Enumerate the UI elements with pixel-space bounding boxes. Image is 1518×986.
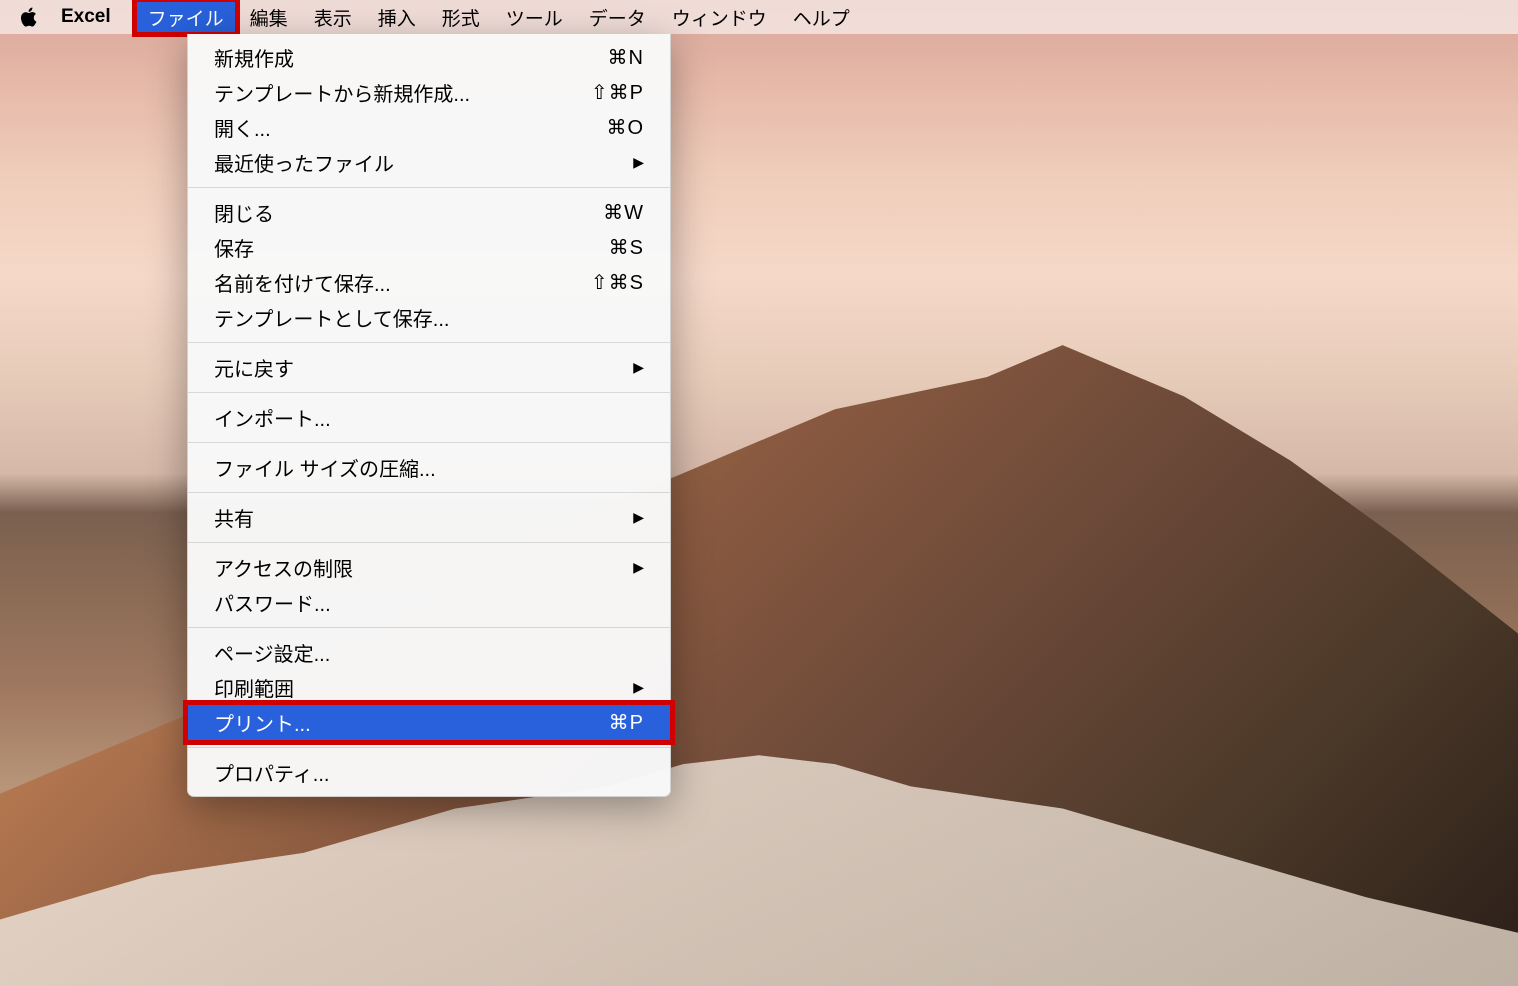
dropdown-item-label: プロパティ... [214,758,644,787]
keyboard-shortcut: ⇧⌘S [591,270,644,295]
dropdown-item-label: 閉じる [214,198,603,227]
menu-item-2[interactable]: 表示 [301,0,365,34]
dropdown-item-label: 保存 [214,233,609,262]
menu-item-5[interactable]: ツール [493,0,576,34]
dropdown-item-label: 印刷範囲 [214,673,633,702]
dropdown-item[interactable]: 印刷範囲▶ [188,670,670,705]
macos-menubar: Excel ファイル編集表示挿入形式ツールデータウィンドウヘルプ [0,0,1518,34]
dropdown-item-label: 最近使ったファイル [214,148,633,177]
keyboard-shortcut: ⌘O [606,115,644,140]
dropdown-item[interactable]: 新規作成⌘N [188,40,670,75]
dropdown-item-label: プリント... [214,708,609,737]
dropdown-item[interactable]: ファイル サイズの圧縮... [188,450,670,485]
dropdown-item[interactable]: アクセスの制限▶ [188,550,670,585]
keyboard-shortcut: ⇧⌘P [591,80,644,105]
menu-separator [188,747,670,748]
menu-separator [188,542,670,543]
menu-item-0[interactable]: ファイル [135,0,237,34]
chevron-right-icon: ▶ [633,154,644,171]
keyboard-shortcut: ⌘S [609,235,644,260]
dropdown-item-label: 共有 [214,503,633,532]
menu-separator [188,627,670,628]
dropdown-item[interactable]: インポート... [188,400,670,435]
chevron-right-icon: ▶ [633,679,644,696]
menu-item-7[interactable]: ウィンドウ [659,0,780,34]
dropdown-item-label: 開く... [214,113,606,142]
menubar-items: ファイル編集表示挿入形式ツールデータウィンドウヘルプ [135,0,863,34]
app-name[interactable]: Excel [61,6,111,28]
chevron-right-icon: ▶ [633,509,644,526]
menu-separator [188,492,670,493]
dropdown-item[interactable]: プロパティ... [188,755,670,790]
keyboard-shortcut: ⌘W [603,200,644,225]
dropdown-item[interactable]: ページ設定... [188,635,670,670]
apple-logo-icon[interactable] [18,6,37,28]
dropdown-item[interactable]: 共有▶ [188,500,670,535]
menu-separator [188,442,670,443]
dropdown-item-label: ページ設定... [214,638,644,667]
menu-item-3[interactable]: 挿入 [365,0,429,34]
dropdown-item[interactable]: テンプレートとして保存... [188,300,670,335]
menu-separator [188,392,670,393]
menu-item-4[interactable]: 形式 [429,0,493,34]
menu-item-1[interactable]: 編集 [237,0,301,34]
dropdown-item-label: テンプレートとして保存... [214,303,644,332]
menu-separator [188,187,670,188]
dropdown-item[interactable]: プリント...⌘P [188,705,670,740]
menu-item-8[interactable]: ヘルプ [780,0,863,34]
dropdown-item-label: アクセスの制限 [214,553,633,582]
dropdown-item[interactable]: パスワード... [188,585,670,620]
chevron-right-icon: ▶ [633,359,644,376]
dropdown-item[interactable]: 保存⌘S [188,230,670,265]
dropdown-item-label: インポート... [214,403,644,432]
dropdown-item[interactable]: 開く...⌘O [188,110,670,145]
dropdown-item-label: テンプレートから新規作成... [214,78,591,107]
dropdown-item[interactable]: テンプレートから新規作成...⇧⌘P [188,75,670,110]
menu-separator [188,342,670,343]
dropdown-item-label: 新規作成 [214,43,608,72]
file-menu-dropdown: 新規作成⌘Nテンプレートから新規作成...⇧⌘P開く...⌘O最近使ったファイル… [187,34,671,797]
dropdown-item[interactable]: 名前を付けて保存...⇧⌘S [188,265,670,300]
menu-item-6[interactable]: データ [576,0,659,34]
dropdown-item[interactable]: 閉じる⌘W [188,195,670,230]
dropdown-item-label: パスワード... [214,588,644,617]
chevron-right-icon: ▶ [633,559,644,576]
dropdown-item-label: 名前を付けて保存... [214,268,591,297]
dropdown-item[interactable]: 最近使ったファイル▶ [188,145,670,180]
dropdown-item-label: ファイル サイズの圧縮... [214,453,644,482]
keyboard-shortcut: ⌘N [608,45,644,70]
keyboard-shortcut: ⌘P [609,710,644,735]
dropdown-item-label: 元に戻す [214,353,633,382]
dropdown-item[interactable]: 元に戻す▶ [188,350,670,385]
